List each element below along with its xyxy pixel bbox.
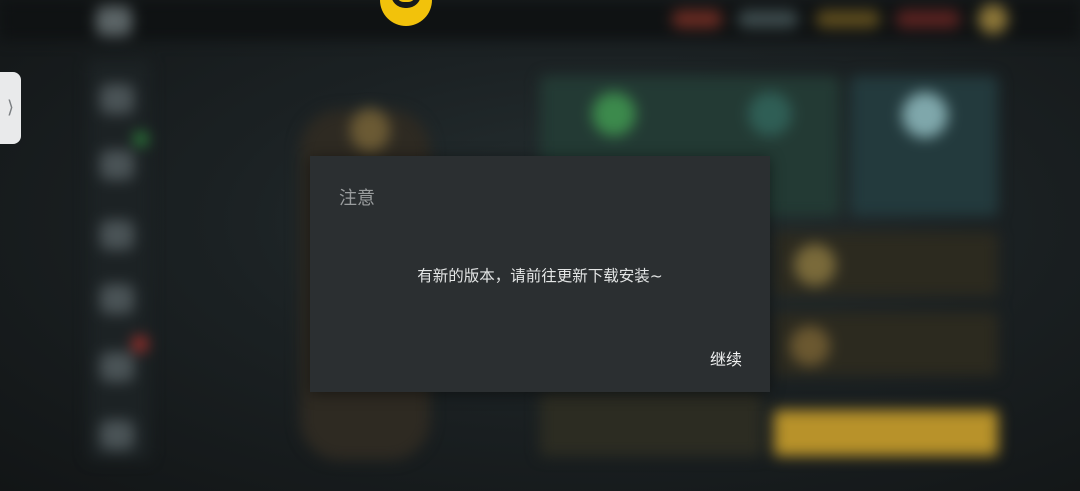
rail-icon-1 xyxy=(100,84,134,114)
rail-icon-5 xyxy=(100,352,134,382)
dialog-message: 有新的版本，请前往更新下载安装~ xyxy=(417,267,663,285)
left-menu-rail xyxy=(88,60,150,460)
continue-button[interactable]: 继续 xyxy=(710,346,742,370)
top-resource-4 xyxy=(896,10,960,28)
rail-icon-2 xyxy=(100,150,134,180)
top-avatar xyxy=(978,4,1008,34)
dialog-title: 注意 xyxy=(339,188,375,209)
card-emblem-teal xyxy=(748,92,792,136)
app-screen: ⟩ 注意 有新的版本，请前往更新下载安装~ 继续 xyxy=(0,0,1080,491)
update-dialog: 注意 有新的版本，请前往更新下载安装~ 继续 xyxy=(310,156,770,392)
character-head xyxy=(350,108,390,152)
card-emblem-blue xyxy=(902,92,948,138)
top-resource-2 xyxy=(738,10,798,28)
bottom-card xyxy=(540,392,762,456)
reward-coin-1 xyxy=(794,244,836,286)
top-resource-3 xyxy=(816,10,880,28)
side-panel-handle[interactable]: ⟩ xyxy=(0,72,21,144)
rail-icon-3 xyxy=(100,220,134,250)
reward-coin-2 xyxy=(790,326,830,366)
blurred-action-button xyxy=(774,410,998,456)
chevron-right-icon: ⟩ xyxy=(6,97,15,118)
card-emblem-green xyxy=(592,92,636,136)
rail-icon-4 xyxy=(100,284,134,314)
rail-badge-red xyxy=(132,336,148,352)
rail-badge-green xyxy=(134,132,148,146)
top-resource-1 xyxy=(672,10,722,28)
rail-icon-6 xyxy=(100,420,134,450)
top-left-icon xyxy=(96,6,132,36)
